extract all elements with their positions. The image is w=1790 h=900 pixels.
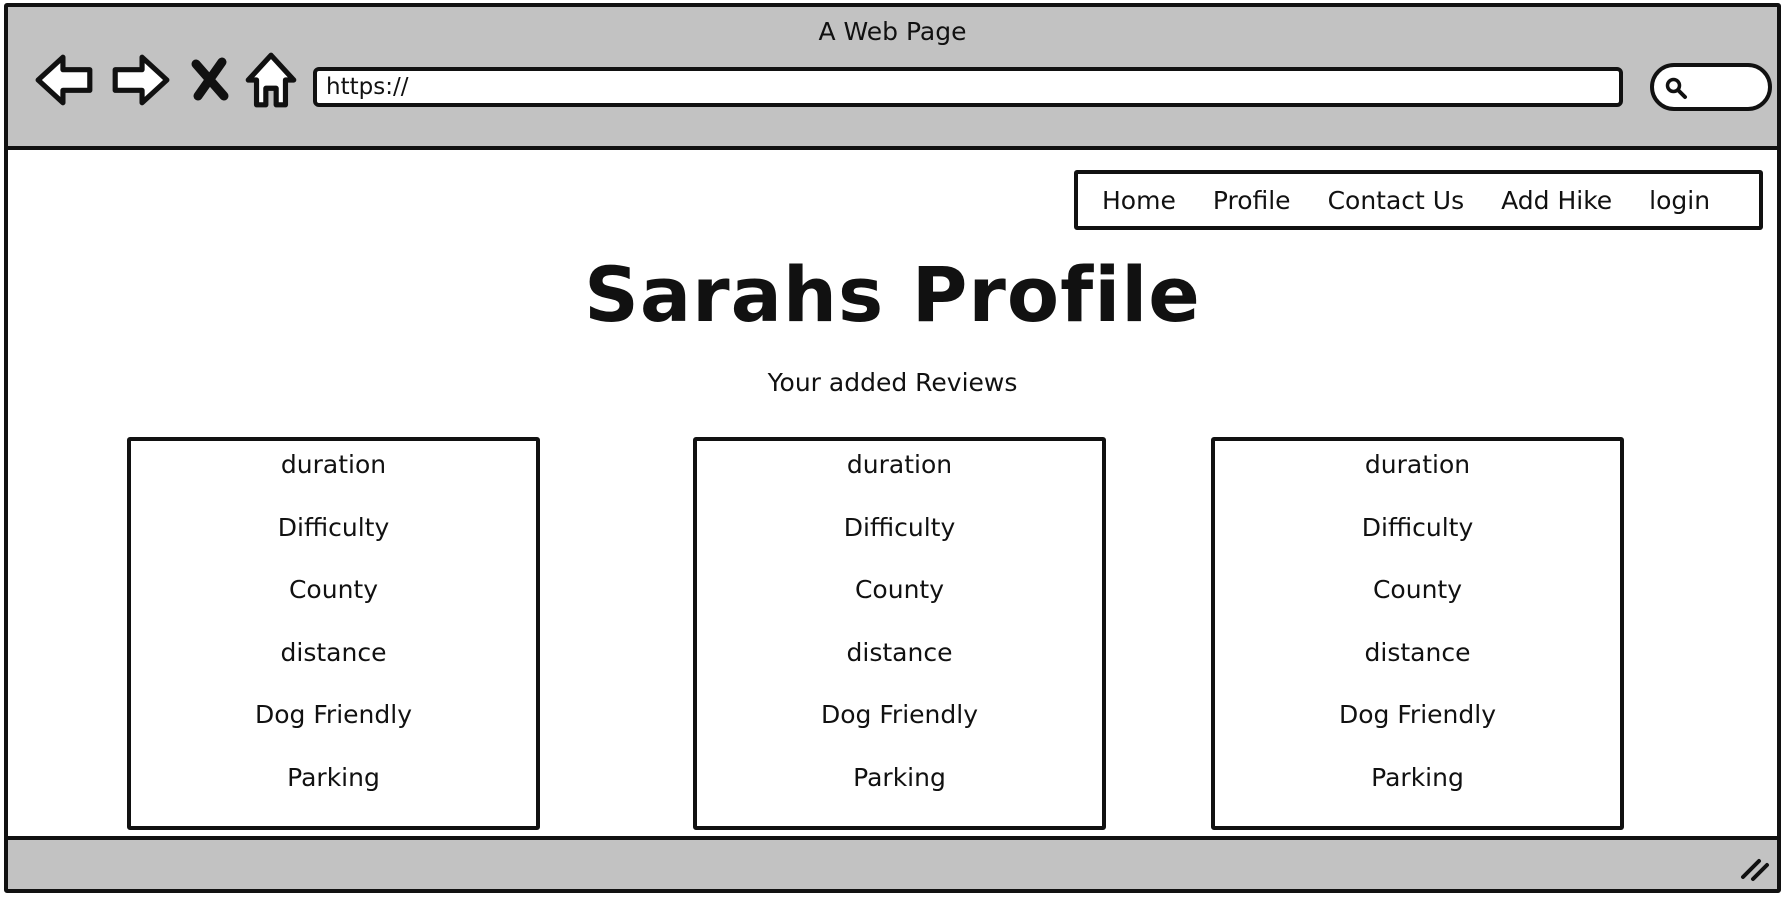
nav-add-hike-link[interactable]: Add Hike bbox=[1501, 186, 1612, 215]
search-icon bbox=[1665, 77, 1687, 99]
review-county: County bbox=[1372, 575, 1463, 604]
review-dog-friendly: Dog Friendly bbox=[821, 700, 978, 729]
review-distance: distance bbox=[846, 637, 953, 667]
review-distance: distance bbox=[1364, 637, 1471, 667]
review-duration: duration bbox=[1364, 450, 1471, 479]
nav-home-link[interactable]: Home bbox=[1102, 186, 1176, 215]
review-difficulty: Difficulty bbox=[843, 512, 956, 542]
review-dog-friendly: Dog Friendly bbox=[1339, 700, 1496, 729]
status-bar bbox=[8, 836, 1777, 889]
nav-login-link[interactable]: login bbox=[1649, 186, 1710, 215]
review-card[interactable]: duration Difficulty County distance Dog … bbox=[127, 437, 540, 830]
review-county: County bbox=[854, 575, 945, 604]
review-card[interactable]: duration Difficulty County distance Dog … bbox=[693, 437, 1106, 830]
nav-contact-us-link[interactable]: Contact Us bbox=[1328, 186, 1465, 215]
stop-x-icon[interactable] bbox=[186, 49, 234, 111]
review-difficulty: Difficulty bbox=[1361, 512, 1474, 542]
review-difficulty: Difficulty bbox=[277, 512, 390, 542]
back-arrow-icon[interactable] bbox=[34, 49, 96, 111]
review-dog-friendly: Dog Friendly bbox=[255, 700, 412, 729]
review-distance: distance bbox=[280, 637, 387, 667]
forward-arrow-icon[interactable] bbox=[109, 49, 171, 111]
review-card[interactable]: duration Difficulty County distance Dog … bbox=[1211, 437, 1624, 830]
search-button[interactable] bbox=[1650, 63, 1772, 111]
main-nav: Home Profile Contact Us Add Hike login bbox=[1074, 170, 1763, 230]
nav-profile-link[interactable]: Profile bbox=[1213, 186, 1291, 215]
browser-window: A Web Page https:// Home Profile Contact… bbox=[4, 3, 1781, 893]
url-input[interactable]: https:// bbox=[313, 67, 1623, 107]
review-parking: Parking bbox=[1371, 762, 1464, 792]
home-icon[interactable] bbox=[240, 49, 302, 111]
page-subtitle: Your added Reviews bbox=[767, 368, 1018, 397]
page-title: Sarahs Profile bbox=[584, 250, 1201, 339]
resize-grip-icon[interactable] bbox=[1737, 849, 1771, 883]
review-parking: Parking bbox=[287, 762, 380, 792]
review-duration: duration bbox=[280, 450, 387, 479]
review-parking: Parking bbox=[853, 762, 946, 792]
review-duration: duration bbox=[846, 450, 953, 479]
window-title: A Web Page bbox=[818, 17, 967, 46]
page-content: Home Profile Contact Us Add Hike login S… bbox=[8, 150, 1777, 836]
review-county: County bbox=[288, 575, 379, 604]
browser-toolbar: A Web Page https:// bbox=[8, 7, 1777, 150]
